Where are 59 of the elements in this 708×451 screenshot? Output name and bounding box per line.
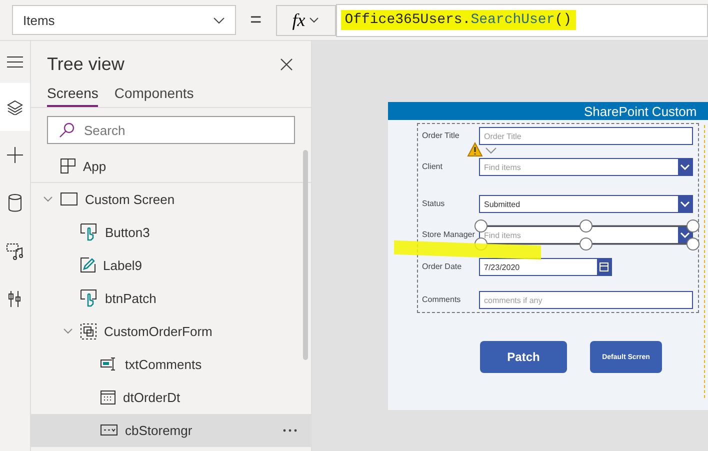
- tree-item[interactable]: Custom Screen: [31, 183, 311, 216]
- media-icon: [6, 242, 24, 260]
- dropdown-button[interactable]: [678, 159, 692, 175]
- menu-icon: [7, 56, 23, 68]
- calendar-button[interactable]: [597, 259, 611, 275]
- search-field[interactable]: Search: [47, 116, 295, 144]
- fx-button[interactable]: fx: [276, 4, 336, 36]
- tree-item[interactable]: cbStoremgr: [31, 414, 311, 447]
- formula-field[interactable]: Office365Users.SearchUser(): [336, 4, 708, 36]
- scrollbar[interactable]: [303, 150, 308, 360]
- button-icon: [80, 223, 98, 241]
- field-label: Order Date: [422, 262, 462, 271]
- field-label: Store Manager: [422, 230, 475, 239]
- field-label: Order Title: [422, 131, 460, 140]
- chevron-icon: [309, 17, 320, 23]
- dropdown-field[interactable]: Submitted: [479, 195, 693, 213]
- chevron-icon[interactable]: [63, 328, 73, 334]
- chevron-icon: [680, 201, 690, 207]
- calendar-icon: [100, 389, 116, 405]
- database-icon: [8, 194, 22, 212]
- field-label: Client: [422, 162, 442, 171]
- screen-icon: [60, 192, 78, 206]
- panel-title: Tree view: [47, 54, 124, 75]
- selection-handles[interactable]: [474, 219, 702, 251]
- screen-header: SharePoint Custom: [388, 102, 708, 120]
- field-label: Status: [422, 199, 445, 208]
- more-options-icon[interactable]: [283, 428, 297, 432]
- chevron-icon: [680, 164, 690, 170]
- pencil-icon: [80, 257, 96, 273]
- chevron-icon: [213, 16, 225, 24]
- text-input-icon: [100, 357, 118, 371]
- grid-icon: [60, 158, 76, 174]
- property-dropdown[interactable]: Items: [12, 5, 236, 35]
- combobox-icon: [100, 424, 118, 436]
- form-icon: [80, 322, 97, 340]
- caret-icon: [485, 147, 497, 154]
- tree-item[interactable]: txtComments: [31, 348, 311, 381]
- plus-icon: [7, 147, 23, 163]
- date-field[interactable]: 7/23/2020: [479, 258, 612, 276]
- search-icon: [59, 122, 75, 138]
- tree-item[interactable]: dtOrderDt: [31, 381, 311, 414]
- tools-icon: [8, 290, 22, 308]
- tree-item[interactable]: CustomOrderForm: [31, 315, 311, 348]
- tab[interactable]: Components: [114, 85, 194, 107]
- rail-button[interactable]: [0, 83, 30, 131]
- close-icon[interactable]: [280, 58, 293, 71]
- app-button[interactable]: Patch: [480, 341, 567, 373]
- tree-item[interactable]: btnPatch: [31, 282, 311, 315]
- field-label: Comments: [422, 295, 461, 304]
- calendar-icon: [599, 262, 609, 272]
- button-icon: [80, 289, 98, 307]
- dropdown-button[interactable]: [678, 196, 692, 212]
- tree-item[interactable]: Label9: [31, 249, 311, 282]
- layers-icon: [7, 99, 23, 115]
- tree-item[interactable]: Button3: [31, 216, 311, 249]
- tab[interactable]: Screens: [47, 85, 98, 107]
- chevron-icon: [680, 232, 690, 238]
- chevron-icon[interactable]: [43, 196, 53, 202]
- equals-sign: =: [250, 8, 262, 32]
